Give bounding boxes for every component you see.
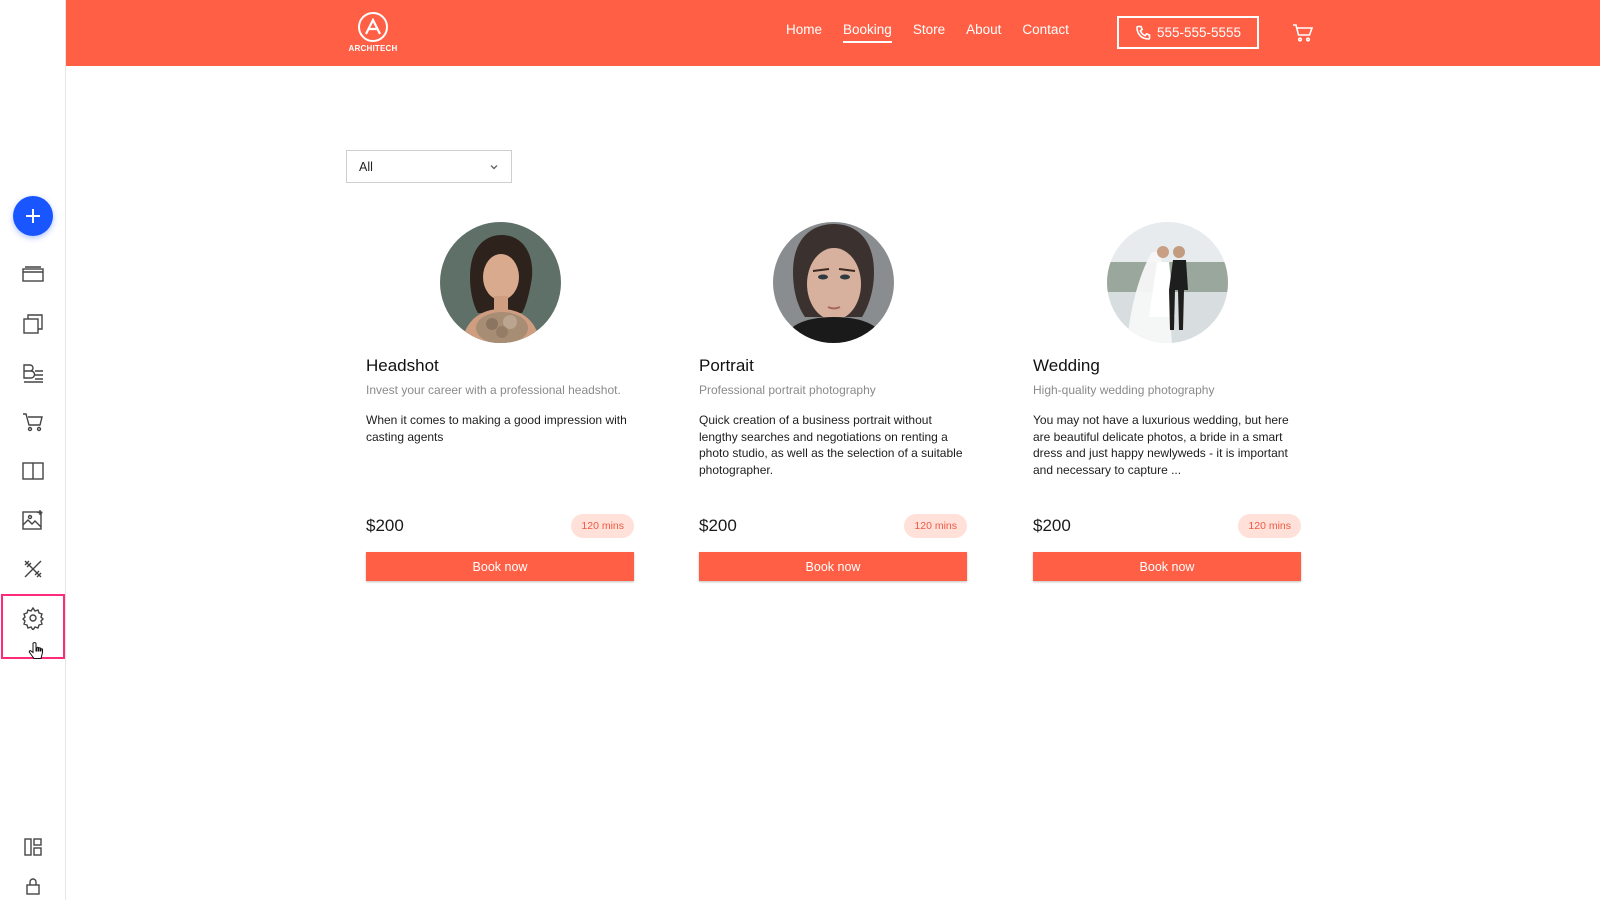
service-image-wedding — [1107, 222, 1228, 343]
service-image-headshot — [440, 222, 561, 343]
service-filter-select[interactable]: All — [346, 150, 512, 183]
lock-icon — [26, 878, 40, 895]
sidebar-item-store[interactable] — [13, 402, 53, 442]
book-now-button[interactable]: Book now — [699, 552, 967, 581]
nav-home[interactable]: Home — [786, 22, 822, 43]
cart-icon — [1293, 24, 1314, 42]
design-tools-icon — [24, 560, 42, 578]
service-title: Wedding — [1033, 356, 1100, 375]
sidebar-item-media[interactable] — [13, 500, 53, 540]
service-title: Headshot — [366, 356, 439, 375]
sidebar-item-book[interactable] — [13, 451, 53, 491]
sidebar-item-design[interactable] — [13, 549, 53, 589]
add-element-button[interactable] — [13, 196, 53, 236]
phone-icon — [1136, 25, 1151, 40]
logo-text: ARCHITECH — [348, 44, 398, 53]
service-subtitle: High-quality wedding photography — [1033, 383, 1215, 397]
sidebar-item-layout[interactable] — [13, 255, 53, 295]
service-price: $200 — [1033, 516, 1071, 535]
hand-pointer-icon — [28, 642, 43, 659]
sidebar-item-pages[interactable] — [13, 304, 53, 344]
service-price: $200 — [699, 516, 737, 535]
lock-button[interactable] — [21, 874, 45, 898]
nav-booking[interactable]: Booking — [843, 22, 892, 43]
service-description: Quick creation of a business portrait wi… — [699, 413, 963, 477]
service-description: When it comes to making a good impressio… — [366, 413, 627, 444]
plus-icon — [26, 209, 40, 223]
chevron-down-icon — [490, 164, 498, 169]
nav-contact[interactable]: Contact — [1022, 22, 1069, 43]
filter-selected-value: All — [359, 159, 373, 174]
service-description: You may not have a luxurious wedding, bu… — [1033, 413, 1289, 477]
service-price: $200 — [366, 516, 404, 535]
site-logo[interactable]: ARCHITECH — [346, 12, 400, 56]
service-duration-badge: 120 mins — [904, 514, 967, 538]
main-nav: Home Booking Store About Contact — [786, 22, 1090, 43]
service-subtitle: Professional portrait photography — [699, 383, 876, 397]
service-image-portrait — [773, 222, 894, 343]
nav-about[interactable]: About — [966, 22, 1001, 43]
service-card: Headshot Invest your career with a profe… — [366, 222, 634, 582]
service-duration-badge: 120 mins — [1238, 514, 1301, 538]
editor-sidebar — [0, 0, 66, 900]
book-now-button[interactable]: Book now — [366, 552, 634, 581]
app: ARCHITECH Home Booking Store About Conta… — [0, 0, 1600, 900]
service-card: Portrait Professional portrait photograp… — [699, 222, 967, 582]
store-cart-icon — [23, 413, 43, 432]
service-title: Portrait — [699, 356, 754, 375]
blog-icon — [23, 364, 43, 383]
logo-a-icon — [358, 12, 388, 42]
service-duration-badge: 120 mins — [571, 514, 634, 538]
nav-store[interactable]: Store — [913, 22, 945, 43]
layout-icon — [22, 266, 44, 282]
book-icon — [22, 462, 44, 480]
service-card: Wedding High-quality wedding photography… — [1033, 222, 1301, 582]
service-subtitle: Invest your career with a professional h… — [366, 383, 621, 397]
pages-icon — [23, 314, 43, 334]
phone-number: 555-555-5555 — [1156, 25, 1242, 40]
phone-button[interactable]: 555-555-5555 — [1117, 16, 1259, 49]
site-header: ARCHITECH Home Booking Store About Conta… — [66, 0, 1600, 66]
book-now-button[interactable]: Book now — [1033, 552, 1301, 581]
media-icon — [22, 510, 43, 530]
cart-button[interactable] — [1292, 22, 1314, 44]
sidebar-item-blog[interactable] — [13, 353, 53, 393]
dashboard-icon — [24, 838, 42, 856]
dashboard-button[interactable] — [21, 835, 45, 859]
